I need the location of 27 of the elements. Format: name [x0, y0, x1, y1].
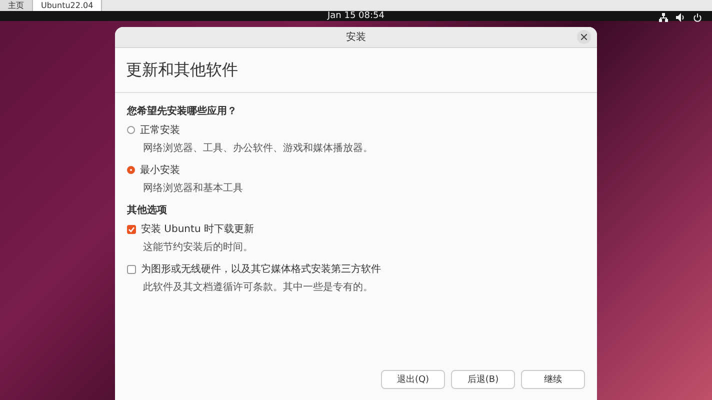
option-label[interactable]: 正常安装 [140, 123, 180, 137]
option-description: 网络浏览器、工具、办公软件、游戏和媒体播放器。 [143, 142, 374, 155]
checkbox[interactable] [127, 264, 136, 274]
radio-button[interactable] [127, 126, 135, 134]
page-heading: 更新和其他软件 [126, 60, 238, 80]
close-button[interactable] [577, 30, 591, 44]
option-description: 这能节约安装后的时间。 [143, 240, 254, 254]
dialog-button[interactable]: 继续 [521, 370, 585, 389]
browser-tab[interactable]: Ubuntu22.04 [33, 0, 102, 11]
checkbox[interactable] [127, 224, 136, 234]
power-icon[interactable] [693, 13, 702, 22]
browser-tab[interactable]: 主页 [0, 0, 33, 11]
dialog-button[interactable]: 退出(Q) [381, 370, 445, 389]
window-title: 安装 [346, 30, 366, 44]
option-description: 此软件及其文档遵循许可条款。其中一些是专有的。 [143, 280, 374, 294]
clock[interactable]: Jan 15 08:54 [328, 11, 384, 21]
dialog-button[interactable]: 后退(B) [451, 370, 515, 389]
option-label[interactable]: 最小安装 [140, 163, 180, 177]
volume-icon[interactable] [676, 13, 685, 22]
option-description: 网络浏览器和基本工具 [143, 182, 244, 195]
radio-button[interactable] [127, 166, 135, 174]
close-icon [581, 34, 587, 40]
section-title: 您希望先安装哪些应用？ [127, 104, 238, 118]
option-label[interactable]: 安装 Ubuntu 时下载更新 [141, 222, 254, 236]
network-icon[interactable] [659, 13, 668, 22]
section-title: 其他选项 [127, 204, 168, 217]
option-label[interactable]: 为图形或无线硬件，以及其它媒体格式安装第三方软件 [141, 262, 381, 276]
